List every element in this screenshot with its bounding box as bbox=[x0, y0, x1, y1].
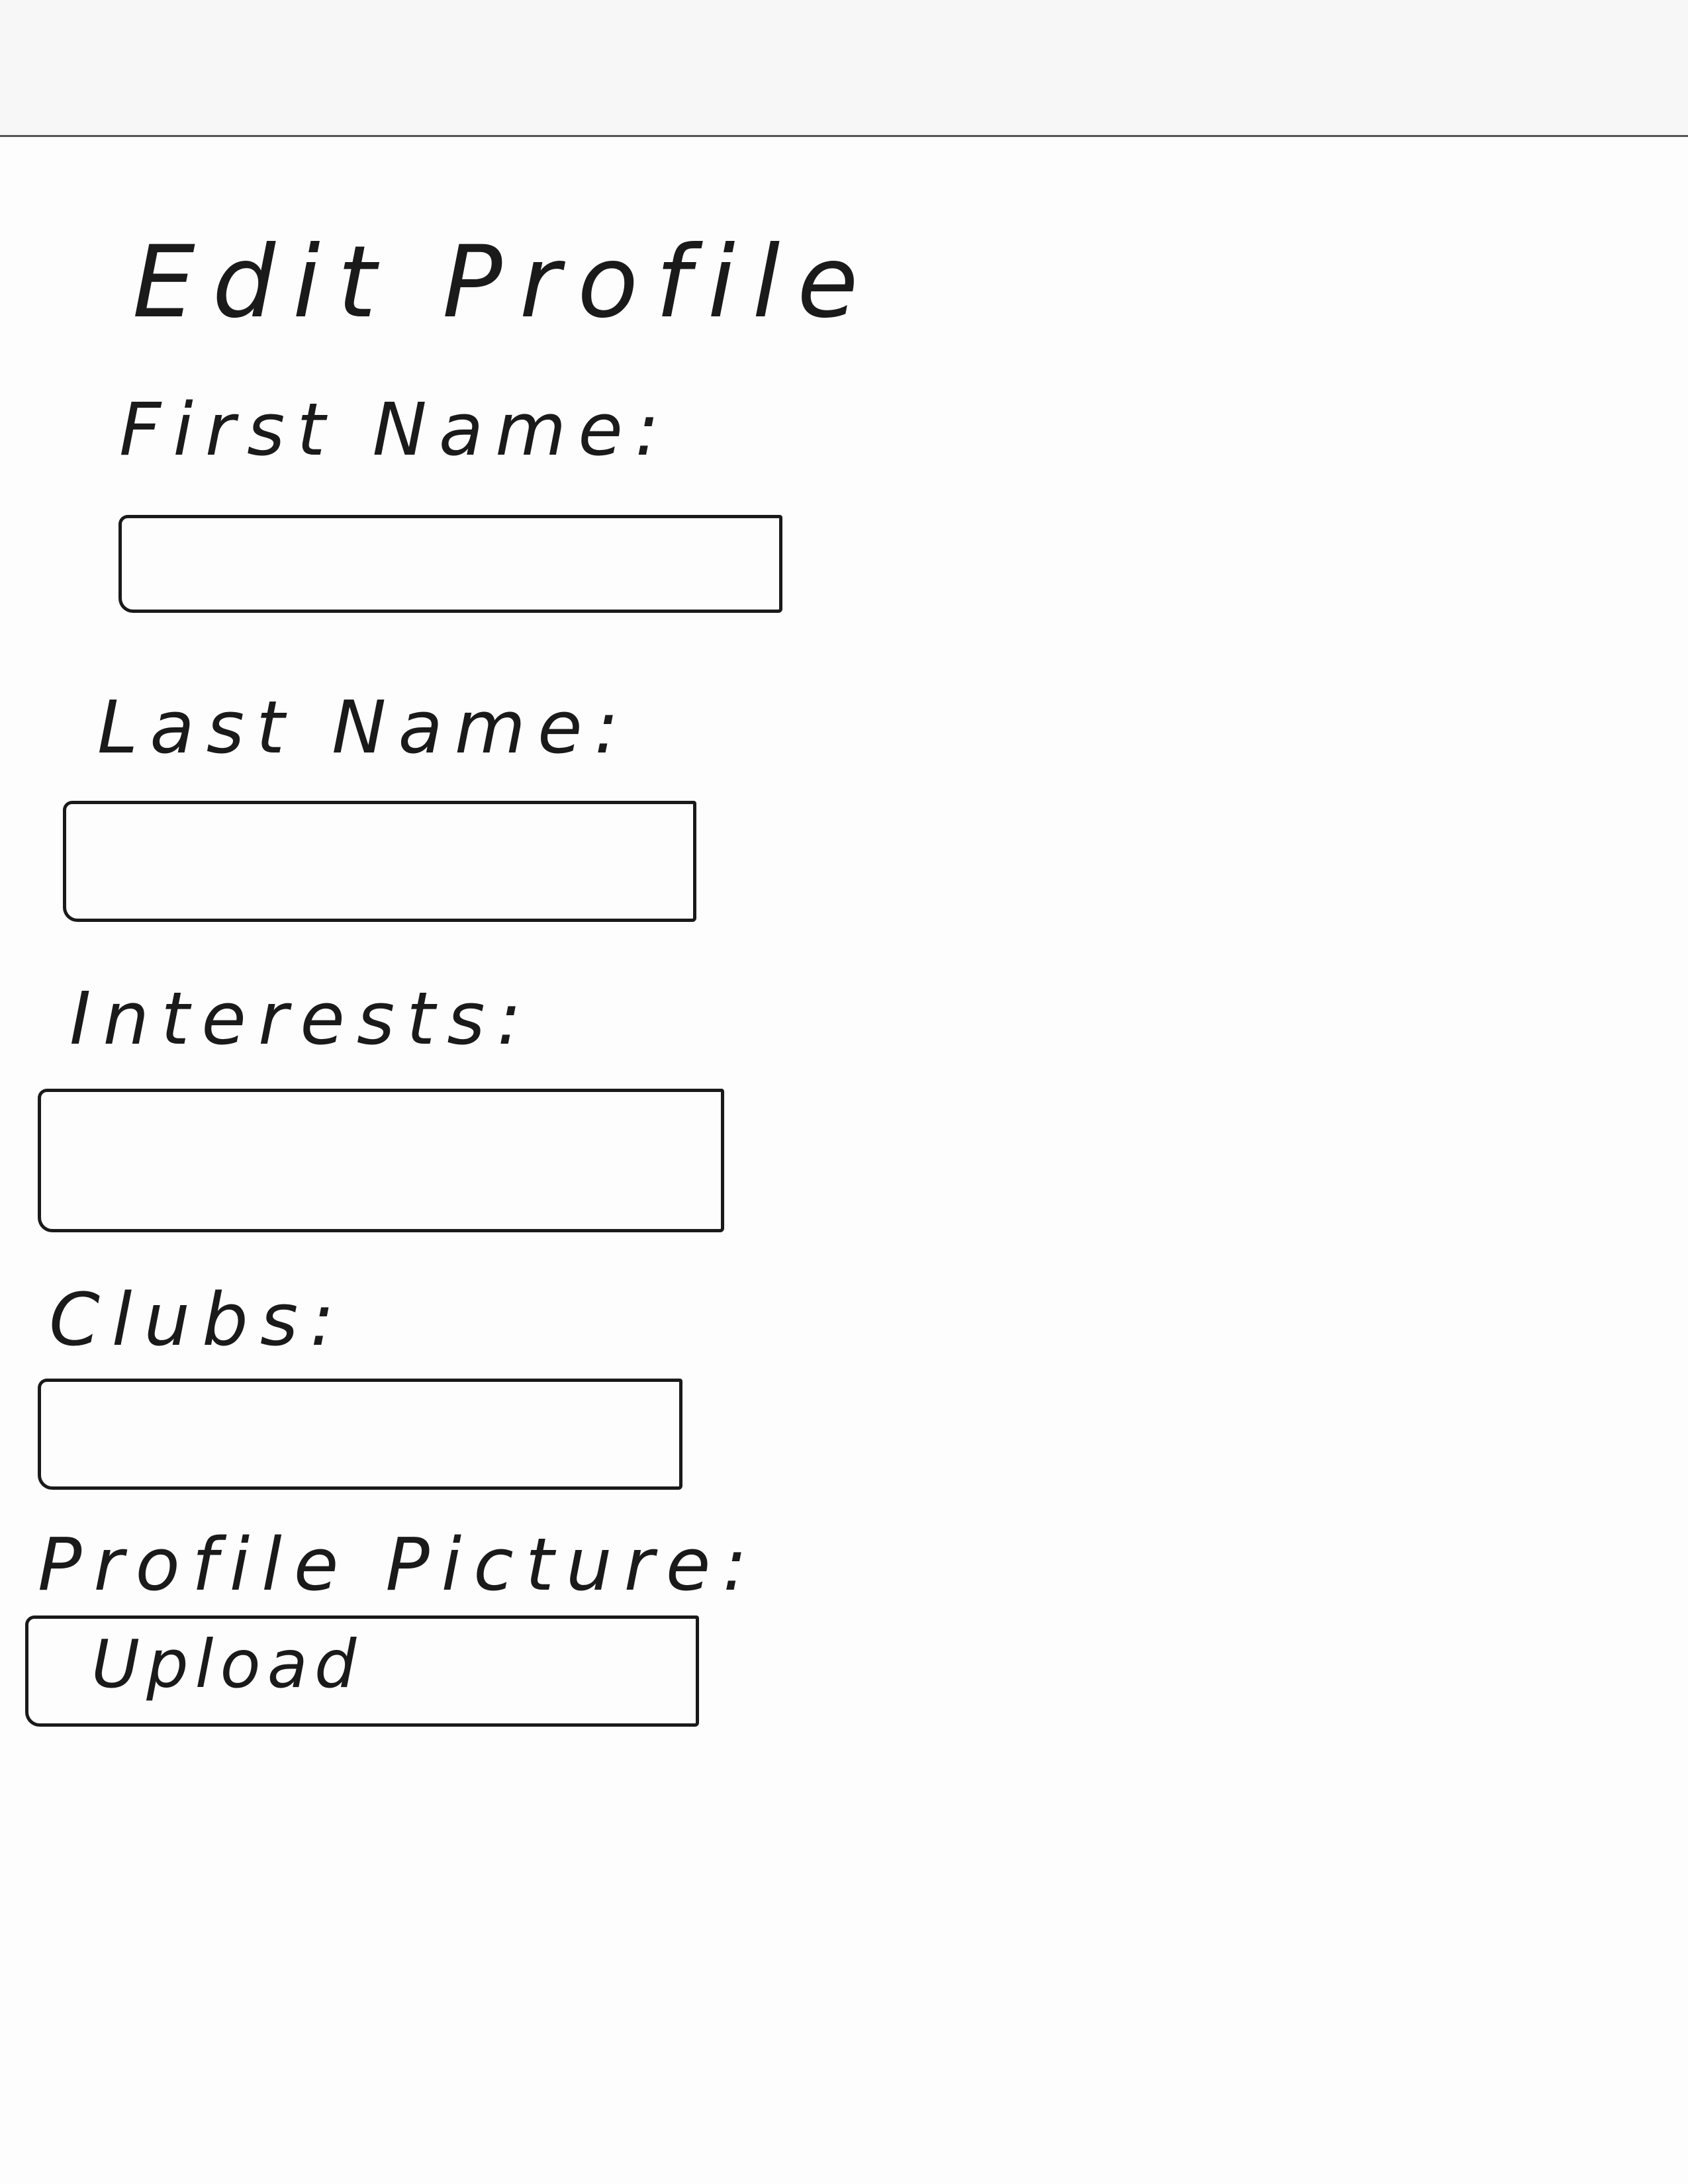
first-name-label: First Name: bbox=[119, 387, 672, 472]
upload-button-label: Upload bbox=[91, 1625, 363, 1703]
profile-picture-label: Profile Picture: bbox=[38, 1522, 759, 1607]
page-edge-divider bbox=[0, 135, 1688, 137]
interests-label: Interests: bbox=[70, 976, 534, 1061]
last-name-label: Last Name: bbox=[97, 685, 631, 770]
clubs-label: Clubs: bbox=[49, 1277, 347, 1362]
interests-input[interactable] bbox=[38, 1089, 724, 1232]
last-name-input[interactable] bbox=[63, 801, 696, 922]
upload-button[interactable]: Upload bbox=[25, 1615, 699, 1727]
first-name-input[interactable] bbox=[118, 515, 782, 613]
clubs-input[interactable] bbox=[38, 1379, 682, 1490]
paper-top-margin bbox=[0, 0, 1688, 135]
page-title: Edit Profile bbox=[132, 225, 876, 340]
